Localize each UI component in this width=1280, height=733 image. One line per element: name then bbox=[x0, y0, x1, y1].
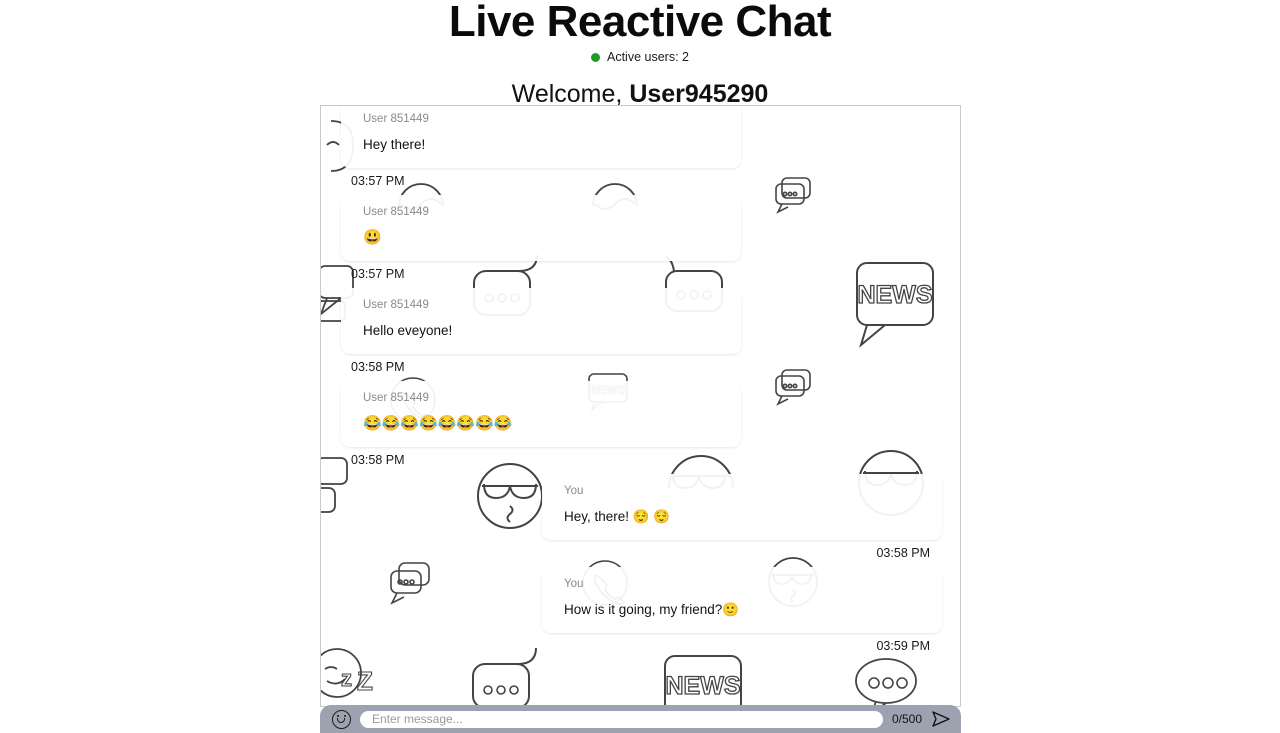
message-text: Hey, there! 😌 😌 bbox=[564, 509, 671, 524]
smiley-face-icon[interactable] bbox=[332, 709, 351, 729]
active-users-status: Active users: 2 bbox=[0, 50, 1280, 64]
message-timestamp: 03:58 PM bbox=[351, 360, 405, 374]
peer-message-bubble[interactable]: User 851449 😂😂😂😂😂😂😂😂 bbox=[341, 381, 741, 447]
message-sender: You bbox=[564, 578, 584, 590]
send-button[interactable] bbox=[931, 709, 951, 729]
welcome-username: User945290 bbox=[629, 80, 769, 108]
message-timestamp: 03:58 PM bbox=[351, 453, 405, 467]
message-text: 😃 bbox=[363, 229, 382, 246]
smile-arc bbox=[336, 717, 346, 723]
message-composer: 0/500 bbox=[320, 705, 961, 733]
message-list[interactable]: User 851449 Hey there! 03:57 PM User 851449… bbox=[321, 106, 960, 706]
welcome-line: Welcome, User945290 bbox=[0, 80, 1280, 108]
message-timestamp: 03:57 PM bbox=[351, 267, 405, 281]
char-counter: 0/500 bbox=[891, 712, 922, 726]
own-message-bubble[interactable]: You How is it going, my friend?🙂 bbox=[542, 567, 942, 633]
message-timestamp: 03:58 PM bbox=[876, 546, 930, 560]
message-row: You Hey, there! 😌 😌 03:58 PM bbox=[341, 474, 942, 567]
messages-container: User 851449 Hey there! 03:57 PM User 851449… bbox=[341, 106, 942, 660]
welcome-prefix: Welcome, bbox=[511, 80, 630, 108]
message-sender: User 851449 bbox=[363, 113, 429, 125]
message-text: 😂😂😂😂😂😂😂😂 bbox=[363, 415, 513, 432]
message-sender: User 851449 bbox=[363, 392, 429, 404]
page-title: Live Reactive Chat bbox=[448, 0, 832, 46]
green-dot-icon bbox=[591, 52, 600, 62]
message-text: Hey there! bbox=[363, 137, 426, 152]
message-row: User 851449 Hello eveyone! 03:58 PM bbox=[341, 288, 942, 381]
peer-message-bubble[interactable]: User 851449 Hey there! bbox=[341, 106, 741, 168]
page-header: Live Reactive Chat Active users: 2 Welco… bbox=[0, 0, 1280, 108]
own-message-bubble[interactable]: You Hey, there! 😌 😌 bbox=[542, 474, 942, 540]
chat-app-page: Live Reactive Chat Active users: 2 Welco… bbox=[0, 0, 1280, 733]
message-input[interactable] bbox=[360, 710, 883, 728]
peer-message-bubble[interactable]: User 851449 Hello eveyone! bbox=[341, 288, 741, 354]
message-text: Hello eveyone! bbox=[363, 323, 453, 338]
paper-plane-icon bbox=[932, 711, 950, 727]
message-row: You How is it going, my friend?🙂 03:59 PM bbox=[341, 567, 942, 660]
chat-window[interactable]: NEWS z Z NEWS User 851449 Hey there! 03:… bbox=[320, 105, 961, 707]
message-text: How is it going, my friend?🙂 bbox=[564, 602, 740, 617]
message-sender: User 851449 bbox=[363, 299, 429, 311]
message-row: User 851449 😃 03:57 PM bbox=[341, 195, 942, 288]
peer-message-bubble[interactable]: User 851449 😃 bbox=[341, 195, 741, 261]
message-row: User 851449 😂😂😂😂😂😂😂😂 03:58 PM bbox=[341, 381, 942, 474]
active-users-label: Active users: 2 bbox=[607, 50, 689, 64]
message-sender: You bbox=[564, 485, 584, 497]
message-timestamp: 03:57 PM bbox=[351, 174, 405, 188]
message-timestamp: 03:59 PM bbox=[876, 639, 930, 653]
message-sender: User 851449 bbox=[363, 206, 429, 218]
message-row: User 851449 Hey there! 03:57 PM bbox=[341, 106, 942, 195]
